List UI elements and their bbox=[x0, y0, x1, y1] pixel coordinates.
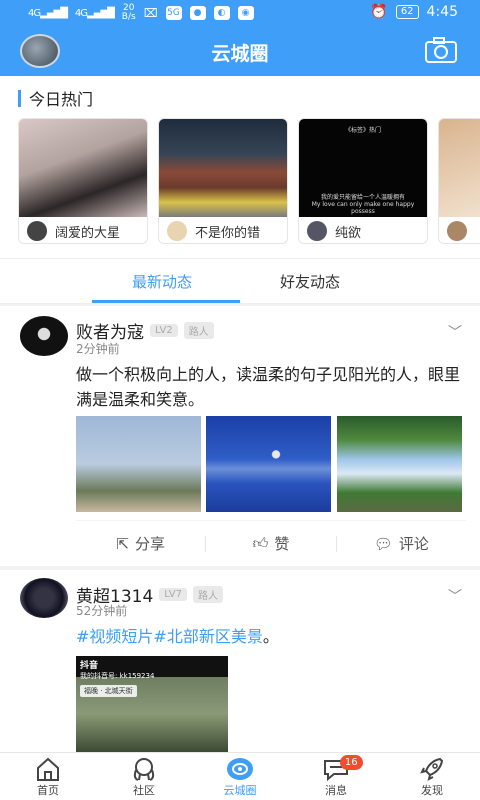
net-speed: 20 B/s bbox=[121, 3, 136, 22]
post-image[interactable] bbox=[206, 416, 331, 512]
app-header: 云城圈 bbox=[0, 26, 480, 76]
level-badge: LV2 bbox=[150, 324, 178, 337]
post-video[interactable]: 抖音 我的抖音号: kk159234 福晚 · 北城天街 bbox=[76, 656, 228, 752]
hot-card[interactable]: 《标签》热门 我的爱只能留给一个人温暖拥有 My love can only m… bbox=[298, 118, 428, 244]
hot-card-image: 《标签》热门 我的爱只能留给一个人温暖拥有 My love can only m… bbox=[299, 119, 427, 217]
nav-home[interactable]: 首页 bbox=[0, 753, 96, 800]
hot-card-video-subtitle: 我的爱只能留给一个人温暖拥有 bbox=[320, 194, 405, 201]
hot-card-avatar bbox=[307, 221, 327, 241]
topic-tag[interactable]: #北部新区美景 bbox=[153, 627, 262, 646]
today-hot-section: 今日热门 阔爱的大星 不是你的错 《标签》热门 我的爱只能留给一个人温暖拥有 M… bbox=[0, 76, 480, 258]
alarm-icon: ⏰ bbox=[370, 4, 388, 20]
browser-icon: ◐ bbox=[213, 6, 230, 20]
mute-icon: ⌧ bbox=[143, 6, 158, 20]
nav-home-label: 首页 bbox=[37, 783, 59, 797]
post-text-tail: 。 bbox=[262, 627, 279, 646]
bottom-nav: 首页 社区 云城圈 消息 16 发现 bbox=[0, 752, 480, 800]
post-time: 52分钟前 bbox=[76, 604, 128, 618]
comment-icon: 💬︎ bbox=[373, 534, 393, 553]
share-label: 分享 bbox=[134, 535, 165, 553]
feed-tabs: 最新动态 好友动态 bbox=[0, 258, 480, 304]
post-actions: ⇱ 分享 👍︎ 赞 💬︎ 评论 bbox=[76, 520, 466, 566]
tab-friends[interactable]: 好友动态 bbox=[280, 271, 340, 292]
status-bar: 4G▂▄▆█ 4G▂▄▆█ 20 B/s ⌧ 5G ● ◐ ◉ ⏰ 62 4:45 bbox=[0, 0, 480, 26]
community-icon bbox=[133, 757, 155, 781]
post-time: 2分钟前 bbox=[76, 342, 120, 356]
video-location: 福晚 · 北城天街 bbox=[80, 685, 137, 697]
role-badge: 路人 bbox=[183, 322, 214, 339]
post-image[interactable] bbox=[337, 416, 462, 512]
hot-card[interactable]: 阔爱的大星 bbox=[18, 118, 148, 244]
hot-card-name: 阔爱的大星 bbox=[55, 225, 121, 241]
hot-card-name: 纯欲 bbox=[335, 225, 362, 241]
tab-latest[interactable]: 最新动态 bbox=[132, 271, 192, 292]
topic-tag[interactable]: #视频短片 bbox=[76, 627, 153, 646]
tab-indicator bbox=[92, 300, 240, 303]
page-title: 云城圈 bbox=[211, 43, 269, 65]
douyin-account: 我的抖音号: kk159234 bbox=[80, 672, 155, 680]
hot-card-image bbox=[19, 119, 147, 217]
hot-card-name: 不是你的错 bbox=[195, 225, 261, 241]
app-notify-icon: 5G bbox=[165, 6, 182, 20]
chat-icon: ◉ bbox=[237, 6, 254, 20]
camera-icon[interactable] bbox=[424, 36, 458, 64]
share-icon: ⇱ bbox=[116, 534, 129, 553]
chevron-down-icon[interactable]: ﹀ bbox=[448, 322, 462, 342]
post-card: 败者为寇 LV2 路人 2分钟前 ﹀ 做一个积极向上的人，读温柔的句子见阳光的人… bbox=[0, 306, 480, 566]
signal-icon: 4G▂▄▆█ bbox=[28, 7, 68, 19]
role-badge: 路人 bbox=[192, 586, 223, 603]
hot-card-avatar bbox=[447, 221, 467, 241]
rocket-icon bbox=[420, 757, 444, 781]
post-text: #视频短片#北部新区美景。 bbox=[76, 624, 466, 649]
comment-label: 评论 bbox=[398, 535, 429, 553]
share-button[interactable]: ⇱ 分享 bbox=[76, 533, 205, 554]
chevron-down-icon[interactable]: ﹀ bbox=[448, 586, 462, 606]
today-hot-title: 今日热门 bbox=[18, 86, 93, 110]
hot-card-image bbox=[159, 119, 287, 217]
nav-messages[interactable]: 消息 16 bbox=[288, 753, 384, 800]
nav-messages-label: 消息 bbox=[325, 783, 347, 797]
hot-card-video-subtitle-en: My love can only make one happy possess bbox=[311, 201, 415, 215]
post-author-avatar[interactable] bbox=[20, 578, 68, 618]
clock: 4:45 bbox=[426, 4, 458, 20]
nav-discover-label: 发现 bbox=[421, 783, 443, 797]
like-label: 赞 bbox=[274, 535, 290, 553]
douyin-label: 抖音 bbox=[80, 661, 99, 671]
battery-level: 62 bbox=[395, 5, 419, 19]
hot-card-avatar bbox=[167, 221, 187, 241]
post-text: 做一个积极向上的人，读温柔的句子见阳光的人，眼里满是温柔和笑意。 bbox=[76, 365, 461, 409]
hot-card[interactable] bbox=[438, 118, 480, 244]
comment-button[interactable]: 💬︎ 评论 bbox=[337, 533, 466, 554]
post-card: 黄超1314 LV7 路人 52分钟前 ﹀ #视频短片#北部新区美景。 抖音 我… bbox=[0, 570, 480, 752]
cloud-circle-icon bbox=[227, 757, 253, 780]
post-image[interactable] bbox=[76, 416, 201, 512]
nav-community[interactable]: 社区 bbox=[96, 753, 192, 800]
hot-card[interactable]: 不是你的错 bbox=[158, 118, 288, 244]
thumbs-up-icon: 👍︎ bbox=[252, 534, 269, 552]
nav-cloud-circle-label: 云城圈 bbox=[223, 783, 257, 797]
signal-icon-2: 4G▂▄▆█ bbox=[74, 7, 115, 19]
like-button[interactable]: 👍︎ 赞 bbox=[206, 533, 335, 554]
nav-cloud-circle[interactable]: 云城圈 bbox=[192, 753, 288, 800]
hot-card-avatar bbox=[27, 221, 47, 241]
nav-discover[interactable]: 发现 bbox=[384, 753, 480, 800]
level-badge: LV7 bbox=[159, 588, 187, 601]
message-count-badge: 16 bbox=[339, 755, 363, 770]
post-author-avatar[interactable] bbox=[20, 316, 68, 356]
home-icon bbox=[37, 757, 59, 781]
hot-card-image bbox=[439, 119, 480, 217]
nav-community-label: 社区 bbox=[133, 783, 155, 797]
wallet-icon: ● bbox=[189, 6, 206, 20]
hot-card-video-caption: 《标签》热门 bbox=[344, 127, 381, 134]
